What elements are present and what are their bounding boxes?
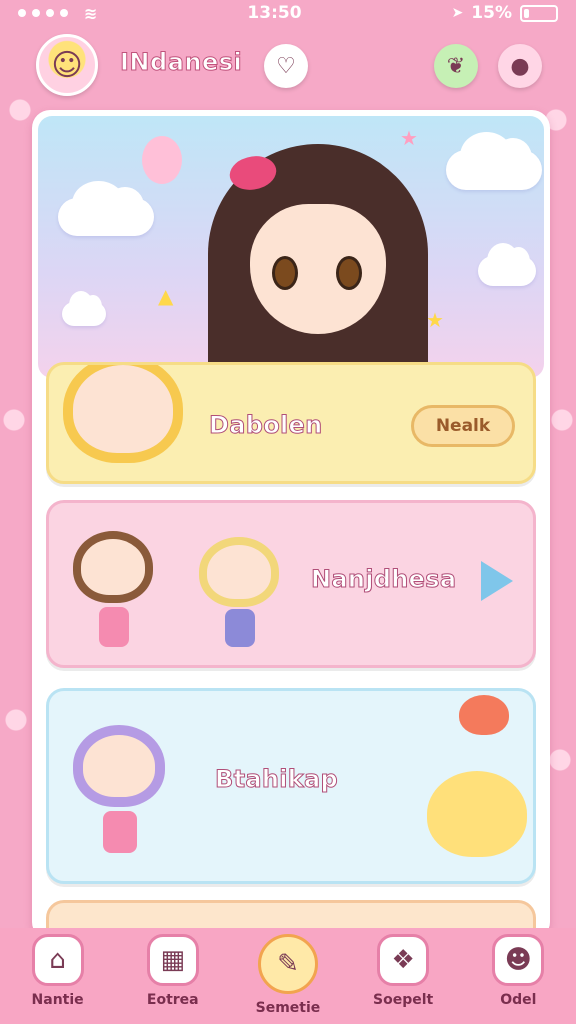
heart-shield-icon[interactable]: ♡ — [264, 44, 308, 88]
map-icon: ▦ — [146, 934, 199, 986]
character-portrait — [73, 725, 165, 807]
tab-label: Eotrea — [146, 992, 199, 1008]
status-bar: ≋ 13:50 ➤ 15% — [0, 0, 576, 26]
list-item[interactable]: Btahikap — [46, 688, 536, 884]
tab-eotrea[interactable]: ▦ Eotrea — [123, 934, 223, 1008]
star-icon: ▲ — [158, 284, 174, 308]
character-portrait — [73, 531, 153, 603]
app-title: INdanesi — [119, 48, 243, 77]
gift-icon: ❖ — [377, 934, 430, 986]
tab-label: Nantie — [31, 992, 84, 1008]
cat-mascot — [427, 771, 527, 857]
hero-character — [208, 144, 428, 378]
avatar[interactable]: ☺ — [36, 34, 98, 96]
cloud-icon — [446, 132, 542, 190]
action-button[interactable]: Nealk — [411, 405, 515, 447]
tab-label: Soepelt — [373, 992, 434, 1008]
card-title: Nanjdhesa — [310, 565, 457, 594]
character-portrait — [63, 365, 183, 463]
tab-semetie[interactable]: ✎ Semetie — [238, 934, 338, 1016]
tab-label: Semetie — [255, 1000, 321, 1016]
cloud-icon — [478, 242, 536, 286]
signal-dots-icon: ≋ — [18, 4, 97, 23]
app-header: ☺ INdanesi ♡ ❦ ● — [0, 28, 576, 104]
tab-bar: ⌂ Nantie ▦ Eotrea ✎ Semetie ❖ Soepelt ☻ … — [0, 928, 576, 1024]
battery-icon — [520, 4, 558, 22]
cloud-icon — [62, 291, 106, 326]
hero-banner: ▲ ★ ★ — [38, 116, 544, 378]
arrow-right-icon[interactable] — [481, 561, 513, 601]
tab-odel[interactable]: ☻ Odel — [468, 934, 568, 1008]
card-title: Btahikap — [214, 765, 339, 794]
balloon-icon[interactable]: ● — [498, 44, 542, 88]
list-item[interactable]: Dabolen Nealk — [46, 362, 536, 484]
list-item[interactable]: Nanjdhesa — [46, 500, 536, 668]
balloon-decoration — [142, 136, 182, 184]
cloud-icon — [58, 180, 154, 236]
status-time: 13:50 — [247, 3, 302, 23]
main-panel: ▲ ★ ★ Dabolen Nealk Nanjdhesa Btahikap — [32, 110, 550, 940]
leaf-icon[interactable]: ❦ — [434, 44, 478, 88]
location-icon: ➤ — [451, 5, 464, 21]
tab-nantie[interactable]: ⌂ Nantie — [8, 934, 108, 1008]
home-icon: ⌂ — [31, 934, 84, 986]
fruit-mascot — [459, 695, 509, 735]
tab-soepelt[interactable]: ❖ Soepelt — [353, 934, 453, 1008]
wifi-icon: ≋ — [84, 3, 98, 23]
card-title: Dabolen — [208, 411, 323, 440]
character-portrait — [199, 537, 279, 607]
star-icon: ★ — [426, 308, 444, 332]
tab-label: Odel — [500, 992, 537, 1008]
battery-percent: 15% — [471, 3, 512, 23]
profile-icon: ☻ — [492, 934, 545, 986]
chat-icon: ✎ — [257, 934, 318, 994]
